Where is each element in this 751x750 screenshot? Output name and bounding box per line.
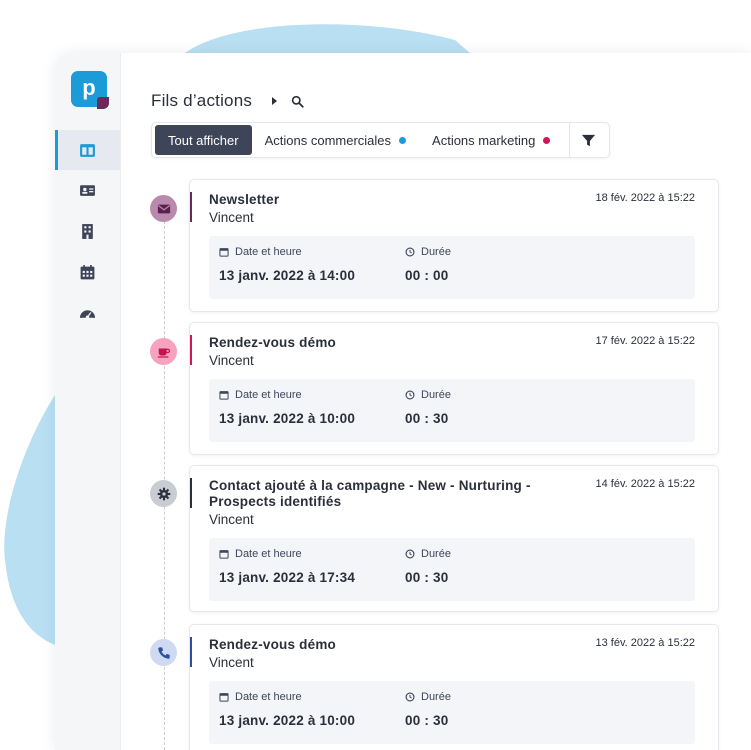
card-title: Rendez-vous démo <box>209 335 336 350</box>
building-icon <box>82 223 93 239</box>
timeline-card[interactable]: Rendez-vous démo 17 fév. 2022 à 15:22 Vi… <box>189 322 719 455</box>
card-details: Date et heure Durée 13 janv. 2022 à 10:0… <box>209 379 695 442</box>
sidebar-item-companies[interactable] <box>55 211 120 251</box>
phone-icon <box>157 646 170 659</box>
card-created-date: 14 fév. 2022 à 15:22 <box>595 478 696 490</box>
timeline-card[interactable]: Newsletter 18 fév. 2022 à 15:22 Vincent … <box>189 179 719 312</box>
datetime-label-text: Date et heure <box>235 389 302 401</box>
filter-bar: Tout afficher Actions commerciales Actio… <box>151 122 611 158</box>
duration-label-text: Durée <box>421 691 451 703</box>
duration-value: 00 : 30 <box>405 713 449 728</box>
filter-all-label: Tout afficher <box>168 132 239 148</box>
filter-marketing-button[interactable]: Actions marketing <box>419 125 563 155</box>
datetime-value: 13 janv. 2022 à 10:00 <box>219 713 356 728</box>
card-details: Date et heure Durée 13 janv. 2022 à 17:3… <box>209 538 695 601</box>
filter-marketing-label: Actions marketing <box>432 132 536 148</box>
duration-label: Durée <box>405 691 451 703</box>
app-window: p Fils d’actions Tout afficher Actions c… <box>55 53 751 750</box>
timeline-icon <box>150 639 177 666</box>
card-user: Vincent <box>209 655 254 670</box>
duration-label-text: Durée <box>421 246 451 258</box>
datetime-label: Date et heure <box>219 246 302 258</box>
clock-icon <box>405 390 415 400</box>
layout-icon <box>80 143 95 157</box>
gauge-icon <box>80 309 95 319</box>
card-accent <box>190 192 192 222</box>
card-accent <box>190 478 192 508</box>
page-title: Fils d’actions <box>151 91 253 110</box>
calendar-icon <box>80 264 95 279</box>
sidebar-item-calendar[interactable] <box>55 252 120 292</box>
commercial-dot <box>399 136 407 144</box>
card-created-date: 13 fév. 2022 à 15:22 <box>595 637 696 649</box>
datetime-value: 13 janv. 2022 à 17:34 <box>219 570 356 585</box>
app-logo[interactable]: p <box>71 71 109 109</box>
calendar-small-icon <box>219 693 229 702</box>
datetime-label-text: Date et heure <box>235 246 302 258</box>
sidebar-item-contacts[interactable] <box>55 170 120 210</box>
calendar-small-icon <box>219 391 229 400</box>
logo-corner <box>97 97 109 109</box>
timeline-icon <box>150 480 177 507</box>
filter-button[interactable] <box>570 125 606 155</box>
card-user: Vincent <box>209 210 254 225</box>
card-created-date: 17 fév. 2022 à 15:22 <box>595 335 696 347</box>
datetime-label: Date et heure <box>219 389 302 401</box>
coffee-cup-icon <box>157 348 170 358</box>
timeline-card[interactable]: Rendez-vous démo 13 fév. 2022 à 15:22 Vi… <box>189 624 719 750</box>
calendar-small-icon <box>219 248 229 257</box>
timeline-icon <box>150 195 177 222</box>
logo-letter: p <box>82 75 96 100</box>
duration-label: Durée <box>405 246 451 258</box>
datetime-value: 13 janv. 2022 à 14:00 <box>219 268 356 283</box>
sidebar-item-reports[interactable] <box>55 293 120 333</box>
card-created-date: 18 fév. 2022 à 15:22 <box>595 192 696 204</box>
main-content: Fils d’actions Tout afficher Actions com… <box>120 53 751 750</box>
duration-label: Durée <box>405 548 451 560</box>
duration-value: 00 : 30 <box>405 411 449 426</box>
funnel-icon <box>581 134 595 146</box>
timeline-icon <box>150 338 177 365</box>
title-row: Fils d’actions <box>151 91 304 111</box>
datetime-label: Date et heure <box>219 691 302 703</box>
marketing-dot <box>543 136 551 144</box>
envelope-icon <box>157 204 170 213</box>
contact-card-icon <box>80 184 95 196</box>
gear-icon <box>157 487 170 500</box>
duration-value: 00 : 00 <box>405 268 449 283</box>
datetime-label-text: Date et heure <box>235 691 302 703</box>
card-title: Newsletter <box>209 192 280 207</box>
card-accent <box>190 335 192 365</box>
duration-label-text: Durée <box>421 548 451 560</box>
caret-right-icon[interactable] <box>272 97 278 105</box>
filter-all-button[interactable]: Tout afficher <box>155 125 252 155</box>
card-title: Contact ajouté à la campagne - New - Nur… <box>209 478 531 509</box>
sidebar-item-dashboard[interactable] <box>55 130 120 170</box>
card-details: Date et heure Durée 13 janv. 2022 à 14:0… <box>209 236 695 299</box>
card-title: Rendez-vous démo <box>209 637 336 652</box>
datetime-value: 13 janv. 2022 à 10:00 <box>219 411 356 426</box>
card-user: Vincent <box>209 353 254 368</box>
datetime-label-text: Date et heure <box>235 548 302 560</box>
clock-icon <box>405 549 415 559</box>
sidebar: p <box>55 53 121 750</box>
filter-commercial-label: Actions commerciales <box>264 132 392 148</box>
duration-value: 00 : 30 <box>405 570 449 585</box>
card-details: Date et heure Durée 13 janv. 2022 à 10:0… <box>209 681 695 744</box>
filter-commercial-button[interactable]: Actions commerciales <box>252 125 419 155</box>
datetime-label: Date et heure <box>219 548 302 560</box>
duration-label: Durée <box>405 389 451 401</box>
timeline-card[interactable]: Contact ajouté à la campagne - New - Nur… <box>189 465 719 612</box>
search-icon[interactable] <box>291 95 304 108</box>
clock-icon <box>405 692 415 702</box>
card-user: Vincent <box>209 512 254 527</box>
clock-icon <box>405 247 415 257</box>
calendar-small-icon <box>219 550 229 559</box>
duration-label-text: Durée <box>421 389 451 401</box>
card-accent <box>190 637 192 667</box>
